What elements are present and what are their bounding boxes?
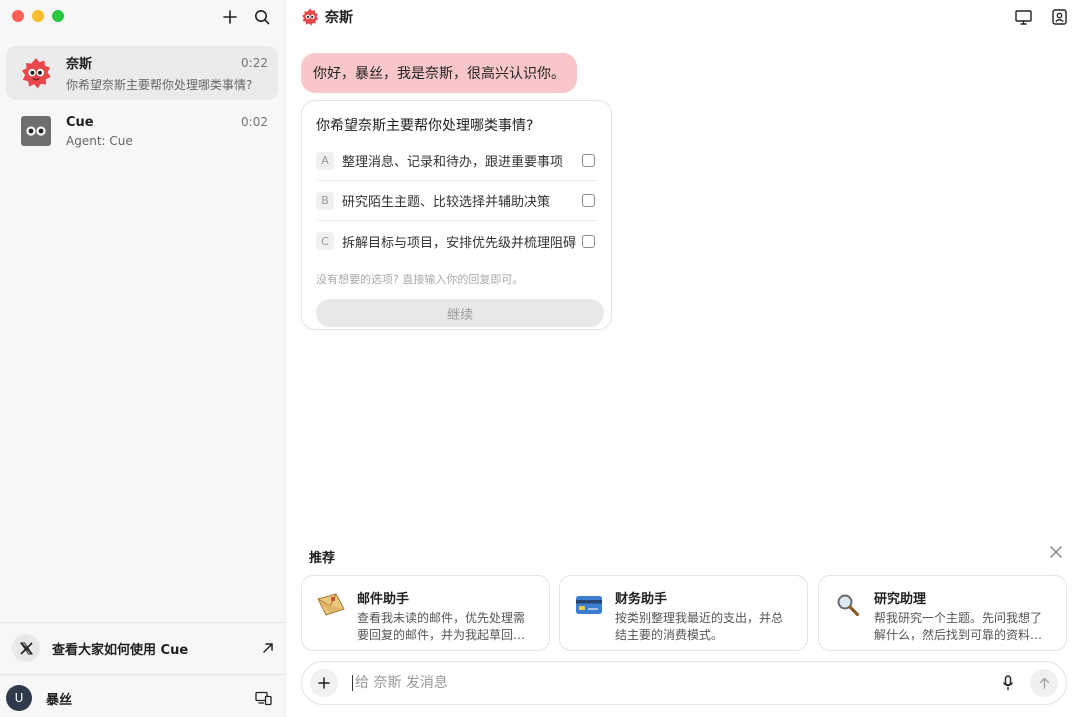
option-a[interactable]: A 整理消息、记录和待办，跟进重要事项 — [316, 141, 597, 181]
sidebar: 奈斯 0:22 你希望奈斯主要帮你处理哪类事情? Cue 0:02 Agent:… — [0, 0, 286, 717]
arrow-up-right-icon — [263, 643, 273, 653]
close-recommendations-button[interactable] — [1050, 546, 1062, 562]
recommendation-card-research[interactable]: 研究助理 帮我研究一个主题。先问我想了解什么，然后找到可靠的资料来源… — [818, 575, 1067, 651]
divider — [0, 674, 285, 675]
chat-list-item-cue[interactable]: Cue 0:02 Agent: Cue — [6, 104, 278, 158]
x-community-link[interactable]: 查看大家如何使用 Cue — [0, 624, 286, 672]
minimize-window-button[interactable] — [32, 10, 44, 22]
send-button[interactable] — [1030, 669, 1058, 697]
credit-card-icon — [574, 590, 604, 620]
option-letter: A — [316, 151, 334, 170]
close-icon — [1050, 546, 1062, 558]
user-name: 暴丝 — [46, 692, 73, 708]
display-button[interactable] — [1012, 6, 1034, 28]
topbar: 奈斯 — [287, 0, 1080, 34]
chat-preview: Agent: Cue — [66, 133, 133, 148]
voice-input-button[interactable] — [994, 669, 1022, 697]
main-panel: 奈斯 你好，暴丝，我是奈斯，很高兴认识你。 你希望奈斯主要帮你处理哪类事情? A… — [287, 0, 1080, 717]
option-letter: B — [316, 191, 334, 210]
attach-button[interactable] — [310, 669, 338, 697]
option-letter: C — [316, 232, 334, 250]
chat-list-item-nice[interactable]: 奈斯 0:22 你希望奈斯主要帮你处理哪类事情? — [6, 46, 278, 100]
question-text: 你希望奈斯主要帮你处理哪类事情? — [316, 118, 534, 134]
assistant-greeting-bubble: 你好，暴丝，我是奈斯，很高兴认识你。 — [301, 53, 577, 93]
chat-preview: 你希望奈斯主要帮你处理哪类事情? — [66, 78, 253, 92]
x-logo-icon — [12, 634, 40, 662]
recommendation-card-finance[interactable]: 财务助手 按类别整理我最近的支出，并总结主要的消费模式。 — [559, 575, 808, 651]
option-c[interactable]: C 拆解目标与项目，安排优先级并梳理阻碍 — [316, 221, 597, 261]
message-input[interactable] — [352, 675, 994, 691]
red-monster-icon — [302, 8, 319, 26]
chat-name: Cue — [66, 114, 94, 130]
option-text: 整理消息、记录和待办，跟进重要事项 — [342, 155, 564, 170]
window-controls — [12, 10, 64, 22]
chat-time: 0:02 — [241, 115, 268, 129]
message-composer — [301, 661, 1067, 705]
option-checkbox[interactable] — [582, 154, 595, 167]
recommendation-card-email[interactable]: 邮件助手 查看我未读的邮件，优先处理需要回复的邮件，并为我起草回复供… — [301, 575, 550, 651]
contact-card-button[interactable] — [1048, 6, 1070, 28]
new-chat-button[interactable] — [219, 6, 241, 28]
microphone-icon — [1002, 675, 1014, 690]
zoom-window-button[interactable] — [52, 10, 64, 22]
question-card: 你希望奈斯主要帮你处理哪类事情? A 整理消息、记录和待办，跟进重要事项 B 研… — [301, 100, 612, 330]
devices-icon — [254, 691, 272, 705]
recommendation-description: 按类别整理我最近的支出，并总结主要的消费模式。 — [615, 611, 784, 642]
option-checkbox[interactable] — [582, 194, 595, 207]
continue-button[interactable]: 继续 — [316, 299, 604, 327]
close-window-button[interactable] — [12, 10, 24, 22]
chat-time: 0:22 — [241, 55, 268, 70]
plus-icon — [223, 10, 237, 24]
recommendation-description: 查看我未读的邮件，优先处理需要回复的邮件，并为我起草回复供… — [357, 611, 526, 642]
search-icon — [255, 10, 270, 25]
recommendation-title: 邮件助手 — [357, 592, 410, 607]
question-hint: 没有想要的选项? 直接输入你的回复即可。 — [316, 273, 524, 286]
search-button[interactable] — [251, 6, 273, 28]
magnifier-icon — [833, 590, 863, 620]
red-monster-avatar-icon — [20, 57, 52, 89]
avatar: U — [6, 685, 32, 711]
recommendation-title: 财务助手 — [615, 592, 668, 607]
divider — [0, 622, 285, 623]
plus-icon — [318, 677, 330, 689]
recommendations-header: 推荐 — [309, 551, 336, 566]
option-text: 拆解目标与项目，安排优先级并梳理阻碍 — [342, 235, 577, 251]
user-profile[interactable]: U 暴丝 — [0, 680, 286, 716]
option-checkbox[interactable] — [582, 234, 595, 248]
cue-robot-avatar-icon — [20, 115, 52, 147]
arrow-up-icon — [1039, 677, 1049, 689]
chat-name: 奈斯 — [66, 57, 93, 72]
recommendation-title: 研究助理 — [874, 592, 927, 607]
recommendation-description: 帮我研究一个主题。先问我想了解什么，然后找到可靠的资料来源… — [874, 611, 1043, 642]
x-link-label: 查看大家如何使用 Cue — [52, 642, 189, 658]
page-title: 奈斯 — [325, 10, 353, 26]
option-b[interactable]: B 研究陌生主题、比较选择并辅助决策 — [316, 181, 597, 221]
option-text: 研究陌生主题、比较选择并辅助决策 — [342, 195, 551, 210]
letter-icon — [316, 590, 346, 620]
devices-button[interactable] — [252, 687, 274, 709]
monitor-icon — [1014, 9, 1032, 25]
contact-card-icon — [1051, 9, 1067, 25]
